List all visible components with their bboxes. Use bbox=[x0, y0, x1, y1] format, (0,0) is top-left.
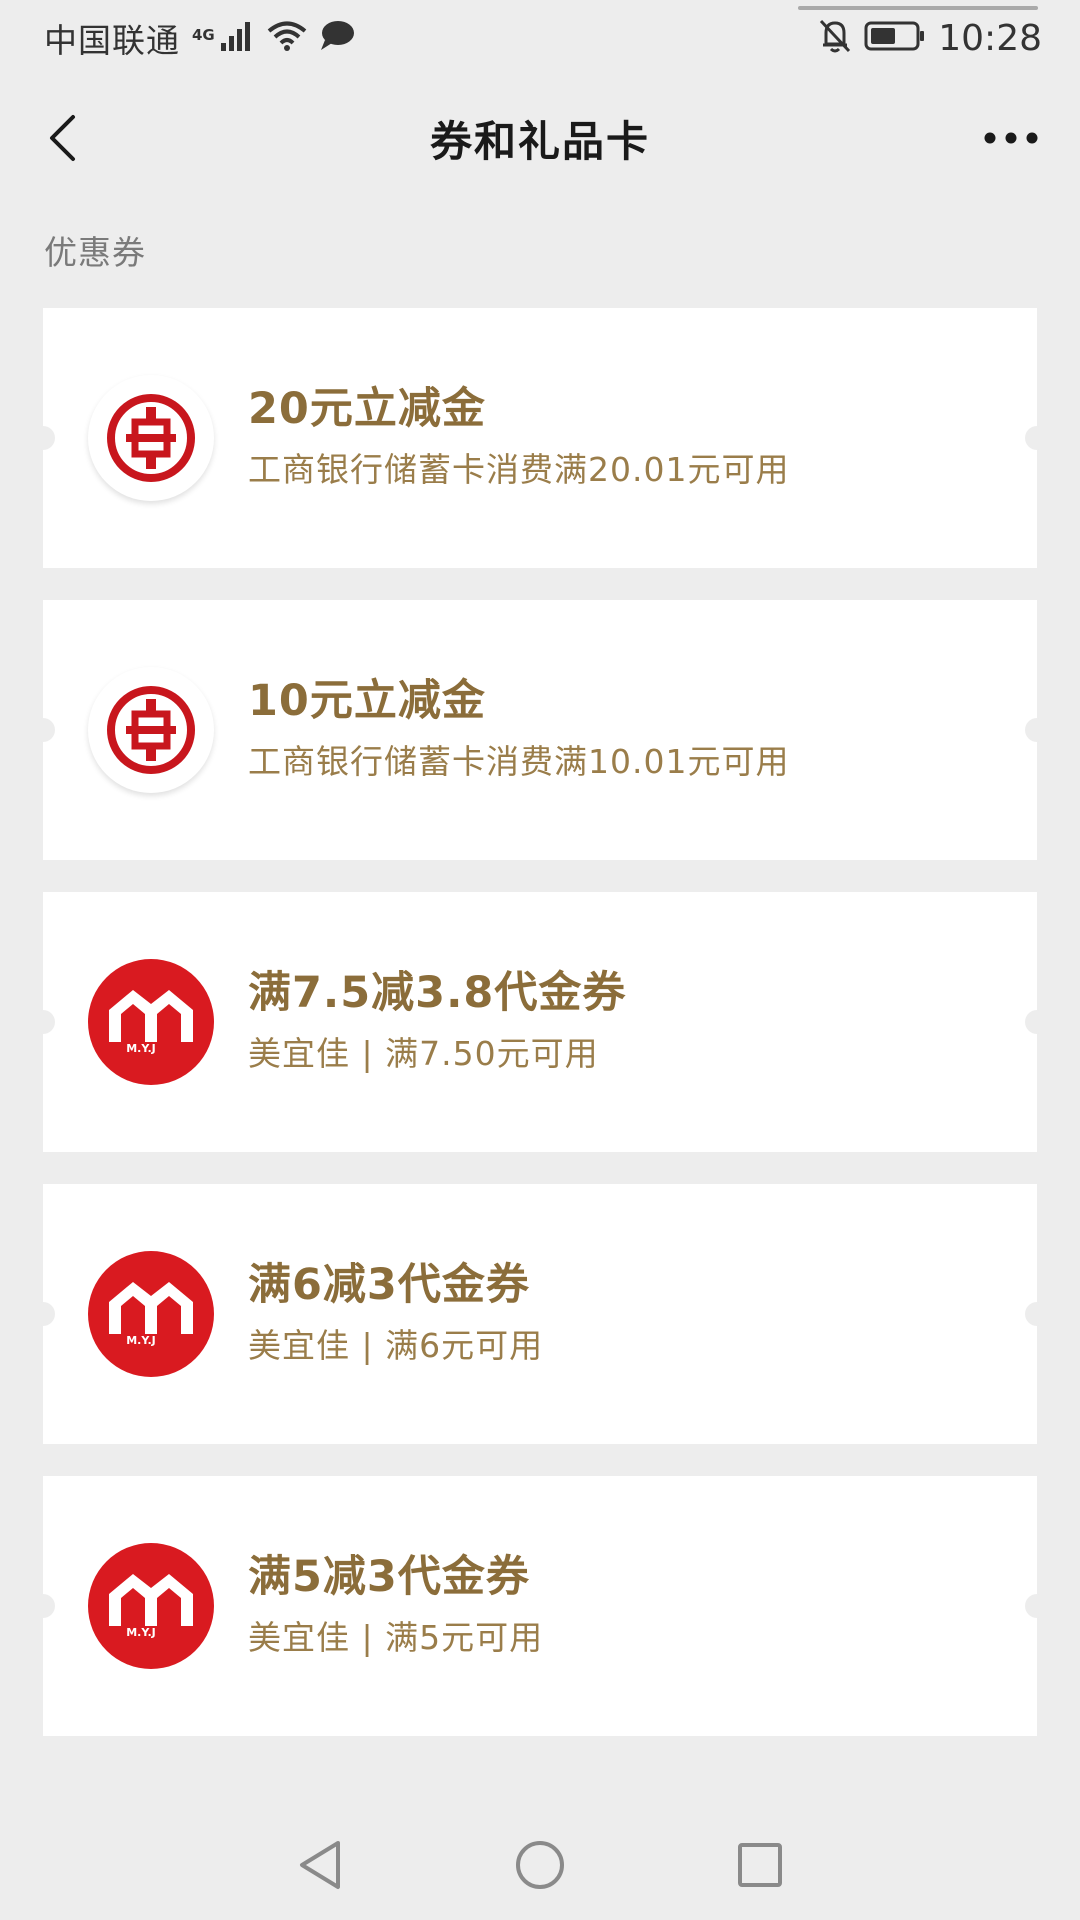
icbc-logo bbox=[88, 375, 214, 501]
wifi-icon bbox=[267, 20, 307, 56]
coupon-title: 满7.5减3.8代金券 bbox=[248, 968, 627, 1018]
coupon-description: 工商银行储蓄卡消费满20.01元可用 bbox=[248, 450, 790, 489]
myj-logo-text: M.Y.J bbox=[126, 1334, 156, 1347]
clock: 10:28 bbox=[938, 17, 1042, 59]
ticket-notch bbox=[1025, 718, 1049, 742]
coupon-title: 满6减3代金券 bbox=[248, 1260, 530, 1310]
ticket-notch bbox=[31, 1010, 55, 1034]
coupon-title: 10元立减金 bbox=[248, 676, 486, 726]
circle-home-icon bbox=[516, 1841, 564, 1889]
icbc-logo bbox=[88, 667, 214, 793]
chevron-left-icon bbox=[50, 115, 75, 161]
mute-bell-icon bbox=[818, 18, 852, 58]
coupon-text: 10元立减金 工商银行储蓄卡消费满10.01元可用 bbox=[248, 672, 789, 784]
page-title: 券和礼品卡 bbox=[429, 116, 650, 166]
coupon-description: 工商银行储蓄卡消费满10.01元可用 bbox=[248, 742, 790, 781]
ticket-notch bbox=[31, 718, 55, 742]
ticket-notch bbox=[1025, 1010, 1049, 1034]
coupon-text: 20元立减金 工商银行储蓄卡消费满20.01元可用 bbox=[248, 380, 789, 492]
myj-logo: M.Y.J bbox=[88, 1251, 214, 1377]
screen: 中国联通 4G 10:28 券和礼品卡 优惠券 20元立减金 工商银行储蓄卡消费… bbox=[0, 0, 1080, 1920]
system-recent-button[interactable] bbox=[730, 1835, 790, 1895]
carrier-name: 中国联通 bbox=[44, 21, 180, 60]
triangle-back-icon bbox=[300, 1841, 340, 1889]
coupon-list: 20元立减金 工商银行储蓄卡消费满20.01元可用 10元立减金 工商银行储蓄卡… bbox=[31, 308, 1049, 1768]
status-bar-right: 10:28 bbox=[818, 18, 1042, 59]
back-button[interactable] bbox=[36, 112, 88, 164]
myj-logo: M.Y.J bbox=[88, 959, 214, 1085]
more-button[interactable] bbox=[980, 116, 1042, 160]
more-dots-icon bbox=[984, 132, 1038, 144]
status-bar: 中国联通 4G 10:28 bbox=[0, 0, 1080, 76]
status-bar-left: 中国联通 4G bbox=[44, 14, 355, 62]
signal-icon bbox=[220, 21, 255, 55]
myj-logo: M.Y.J bbox=[88, 1543, 214, 1669]
coupon-title: 满5减3代金券 bbox=[248, 1552, 530, 1602]
coupon-card[interactable]: M.Y.J 满5减3代金券 美宜佳 | 满5元可用 bbox=[31, 1476, 1049, 1736]
ticket-notch bbox=[31, 426, 55, 450]
coupon-text: 满7.5减3.8代金券 美宜佳 | 满7.50元可用 bbox=[248, 964, 626, 1076]
coupon-title: 20元立减金 bbox=[248, 384, 486, 434]
battery-icon bbox=[864, 20, 926, 56]
message-bubble-icon bbox=[319, 20, 355, 56]
system-back-button[interactable] bbox=[290, 1835, 350, 1895]
coupon-card[interactable]: 20元立减金 工商银行储蓄卡消费满20.01元可用 bbox=[31, 308, 1049, 568]
coupon-text: 满5减3代金券 美宜佳 | 满5元可用 bbox=[248, 1548, 543, 1660]
system-home-button[interactable] bbox=[510, 1835, 570, 1895]
ticket-notch bbox=[31, 1594, 55, 1618]
ticket-notch bbox=[31, 1302, 55, 1326]
coupon-text: 满6减3代金券 美宜佳 | 满6元可用 bbox=[248, 1256, 543, 1368]
coupon-card[interactable]: M.Y.J 满6减3代金券 美宜佳 | 满6元可用 bbox=[31, 1184, 1049, 1444]
square-recent-icon bbox=[738, 1843, 782, 1887]
nav-bar: 券和礼品卡 bbox=[0, 76, 1080, 200]
network-type: 4G bbox=[192, 26, 215, 44]
ticket-notch bbox=[1025, 1594, 1049, 1618]
ticket-notch bbox=[1025, 426, 1049, 450]
ticket-notch bbox=[1025, 1302, 1049, 1326]
coupon-card[interactable]: M.Y.J 满7.5减3.8代金券 美宜佳 | 满7.50元可用 bbox=[31, 892, 1049, 1152]
myj-logo-text: M.Y.J bbox=[126, 1626, 156, 1639]
system-nav-bar bbox=[0, 1810, 1080, 1920]
coupon-description: 美宜佳 | 满7.50元可用 bbox=[248, 1034, 599, 1073]
section-label: 优惠券 bbox=[44, 233, 146, 272]
coupon-description: 美宜佳 | 满5元可用 bbox=[248, 1618, 544, 1657]
coupon-description: 美宜佳 | 满6元可用 bbox=[248, 1326, 544, 1365]
coupon-card[interactable]: 10元立减金 工商银行储蓄卡消费满10.01元可用 bbox=[31, 600, 1049, 860]
myj-logo-text: M.Y.J bbox=[126, 1042, 156, 1055]
